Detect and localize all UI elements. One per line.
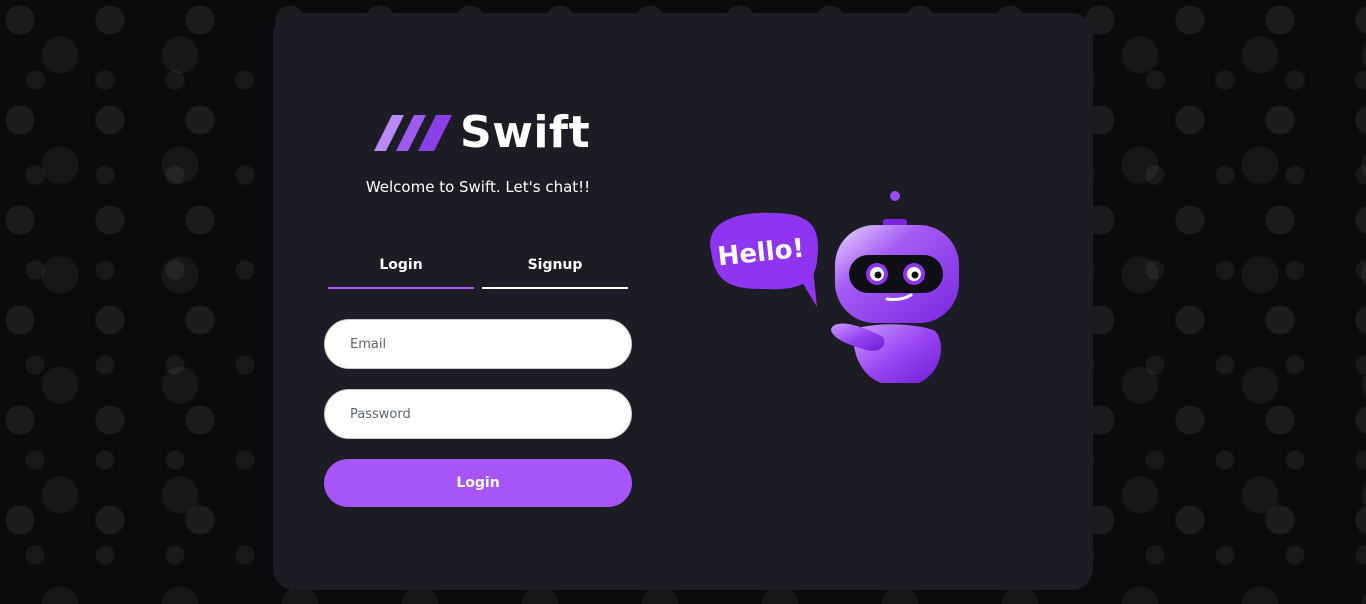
welcome-text: Welcome to Swift. Let's chat!! — [365, 178, 591, 196]
brand-header: Swift — [374, 109, 590, 157]
tab-login[interactable]: Login — [328, 251, 474, 289]
login-button[interactable]: Login — [324, 459, 632, 507]
antenna-dot — [890, 191, 900, 201]
login-panel: Swift Welcome to Swift. Let's chat!! Log… — [324, 13, 632, 590]
robot-visor — [849, 255, 943, 293]
tab-signup[interactable]: Signup — [482, 251, 628, 289]
auth-tabs: Login Signup — [328, 251, 628, 289]
robot-illustration: Hello! — [710, 191, 959, 383]
password-field[interactable] — [324, 389, 632, 439]
login-card: Swift Welcome to Swift. Let's chat!! Log… — [273, 13, 1093, 590]
brand-name: Swift — [460, 107, 591, 158]
speech-bubble: Hello! — [710, 212, 819, 307]
swift-logo-icon — [374, 115, 452, 151]
email-field[interactable] — [324, 319, 632, 369]
